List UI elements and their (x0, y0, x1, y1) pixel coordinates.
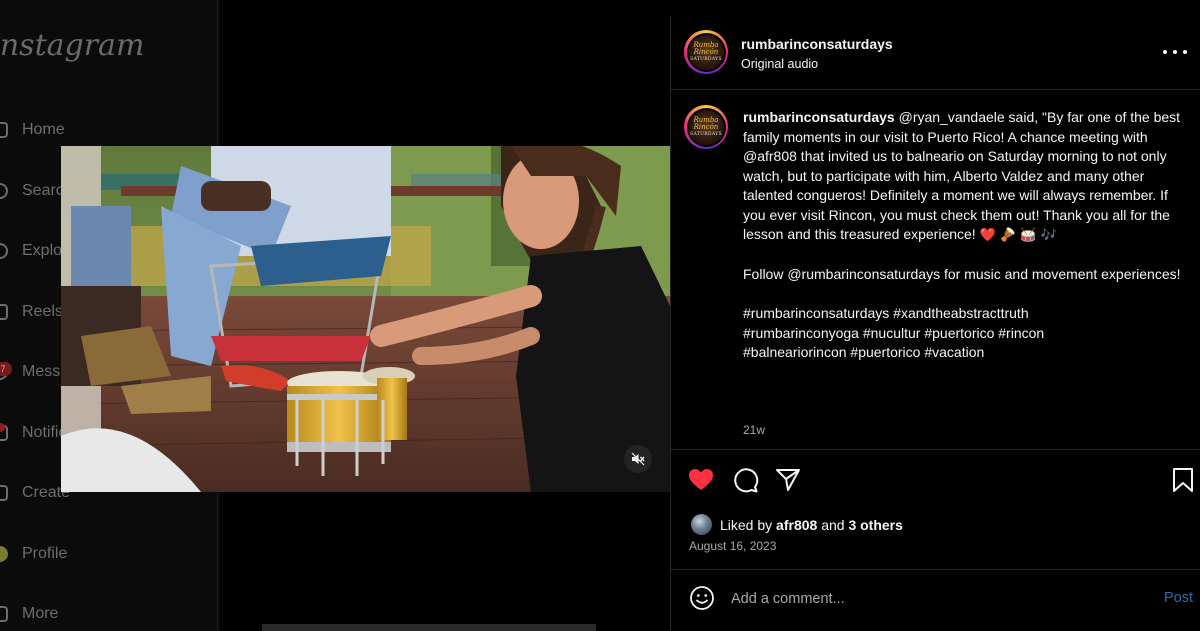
nav-label: More (22, 605, 59, 623)
hashtags-line[interactable]: #rumbarinconyoga #nucultur #puertorico #… (743, 324, 1188, 344)
likes-summary[interactable]: Liked by afr808 and 3 others (691, 514, 903, 535)
more-dot (1183, 50, 1187, 54)
original-audio-link[interactable]: Original audio (741, 57, 818, 71)
plus-icon (0, 485, 8, 502)
caption-paragraph: @ryan_vandaele said, "By far one of the … (743, 109, 1181, 242)
post-date: August 16, 2023 (689, 539, 777, 553)
more-options-button[interactable] (1163, 42, 1187, 62)
hashtags-line[interactable]: #balneariorincon #puertorico #vacation (743, 343, 1188, 363)
author-username[interactable]: rumbarinconsaturdays (741, 36, 893, 52)
more-dot (1173, 50, 1177, 54)
comment-icon[interactable] (731, 466, 759, 494)
caption-emojis: ❤️ 🪘 🥁 🎶 (979, 228, 1057, 243)
likes-prefix: Liked by (720, 516, 773, 533)
caption-area: Rumba Rincón SATURDAYS rumbarinconsaturd… (671, 91, 1200, 449)
video-frame (61, 146, 670, 492)
emoji-icon[interactable] (689, 585, 715, 611)
search-icon (0, 182, 8, 199)
caption-author-avatar[interactable]: Rumba Rincón SATURDAYS (684, 105, 728, 149)
caption-follow-line: Follow @rumbarinconsaturdays for music a… (743, 266, 1181, 282)
liked-others[interactable]: 3 others (848, 517, 902, 533)
nav-label: Profile (22, 544, 68, 562)
hashtags-line[interactable]: #rumbarinconsaturdays #xandtheabstracttr… (743, 304, 1188, 324)
reels-icon (0, 303, 8, 320)
caption-text: rumbarinconsaturdays @ryan_vandaele said… (743, 108, 1188, 363)
caption-time-ago[interactable]: 21w (743, 423, 765, 437)
background-post-thumbnail (262, 624, 596, 631)
post-detail-panel: Rumba Rincón SATURDAYS rumbarinconsaturd… (670, 16, 1200, 631)
nav-label: Home (22, 121, 65, 139)
post-video[interactable] (61, 146, 670, 492)
avatar-text: SATURDAYS (690, 131, 722, 137)
comment-input[interactable] (731, 588, 1111, 610)
avatar-text: Rincón (693, 47, 719, 56)
like-heart-icon[interactable] (687, 466, 715, 494)
profile-avatar (0, 545, 8, 562)
menu-icon (0, 606, 8, 623)
mute-button[interactable] (624, 445, 652, 473)
share-icon[interactable] (774, 466, 802, 494)
speaker-muted-icon (631, 452, 645, 466)
nav-item-profile[interactable]: Profile (0, 524, 220, 585)
post-header: Rumba Rincón SATURDAYS rumbarinconsaturd… (671, 16, 1200, 90)
nav-label: Reels (22, 302, 63, 320)
nav-item-more[interactable]: More (0, 584, 220, 631)
avatar-text: Rincón (693, 122, 719, 131)
more-dot (1163, 50, 1167, 54)
explore-icon (0, 243, 8, 260)
bookmark-icon[interactable] (1169, 466, 1197, 494)
comment-bar: Post (671, 569, 1200, 631)
instagram-logo: Instagram (0, 28, 145, 63)
caption-username[interactable]: rumbarinconsaturdays (743, 109, 895, 125)
messages-badge: 7 (0, 362, 12, 376)
post-comment-button[interactable]: Post (1164, 590, 1193, 606)
home-icon (0, 122, 8, 139)
likes-and: and (821, 516, 845, 533)
liker-username[interactable]: afr808 (776, 517, 817, 533)
author-avatar[interactable]: Rumba Rincón SATURDAYS (684, 30, 728, 74)
post-actions: Liked by afr808 and 3 others August 16, … (671, 449, 1200, 569)
avatar-text: SATURDAYS (690, 56, 722, 62)
liker-avatar (691, 514, 712, 535)
